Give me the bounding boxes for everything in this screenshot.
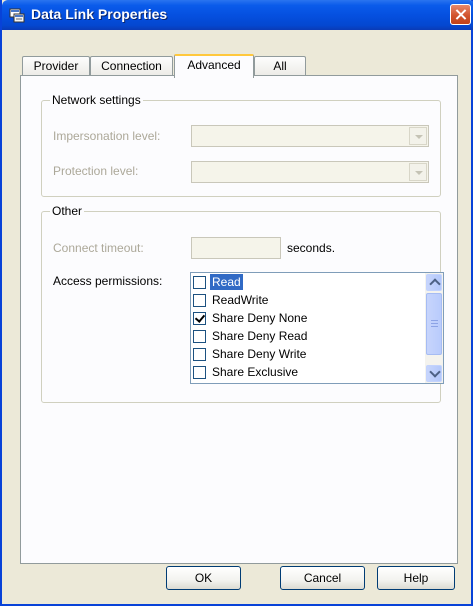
permission-label: Share Deny None (212, 311, 308, 325)
vertical-scrollbar[interactable] (425, 273, 443, 383)
cancel-button[interactable]: Cancel (280, 566, 365, 590)
permission-label: Share Deny Write (212, 347, 307, 361)
impersonation-level-select (191, 125, 429, 147)
protection-level-select (191, 161, 429, 183)
data-link-properties-dialog: Data Link Properties Provider Connection… (0, 0, 473, 606)
connect-timeout-label: Connect timeout: (53, 241, 144, 255)
network-settings-title: Network settings (50, 93, 143, 107)
checkbox-share-deny-none[interactable] (193, 312, 206, 325)
scroll-down-button[interactable] (426, 365, 442, 382)
grip-line (431, 326, 438, 327)
tab-connection[interactable]: Connection (90, 56, 173, 76)
ok-button[interactable]: OK (166, 566, 241, 590)
other-title: Other (50, 204, 85, 218)
impersonation-level-label: Impersonation level: (53, 129, 161, 143)
window-title: Data Link Properties (31, 6, 168, 22)
checkbox-share-deny-write[interactable] (193, 348, 206, 361)
tab-all[interactable]: All (254, 56, 306, 76)
connect-timeout-field (191, 237, 281, 259)
chevron-up-icon (429, 278, 441, 290)
scroll-thumb[interactable] (426, 293, 442, 355)
tab-advanced[interactable]: Advanced (174, 54, 254, 78)
checkbox-readwrite[interactable] (193, 294, 206, 307)
help-button[interactable]: Help (377, 566, 455, 590)
permission-label: Read (209, 273, 244, 291)
chevron-down-icon (429, 366, 441, 378)
access-permissions-label: Access permissions: (53, 274, 163, 288)
permission-label: Share Exclusive (212, 365, 299, 379)
scroll-up-button[interactable] (426, 274, 442, 291)
permission-label: Share Deny Read (212, 329, 308, 343)
chevron-down-icon (409, 163, 427, 181)
protection-level-label: Protection level: (53, 164, 139, 178)
permission-label: ReadWrite (212, 293, 269, 307)
checkbox-read[interactable] (193, 276, 206, 289)
checkbox-share-deny-read[interactable] (193, 330, 206, 343)
data-link-icon (9, 8, 25, 23)
access-permissions-list[interactable]: Read ReadWrite Share Deny None Share Den… (190, 272, 444, 384)
grip-line (431, 320, 438, 321)
checkbox-share-exclusive[interactable] (193, 366, 206, 379)
tab-provider[interactable]: Provider (22, 56, 90, 76)
close-button[interactable] (450, 4, 471, 25)
chevron-down-icon (409, 127, 427, 145)
seconds-label: seconds. (287, 241, 336, 255)
title-bar[interactable]: Data Link Properties (2, 0, 473, 30)
grip-line (431, 323, 438, 324)
